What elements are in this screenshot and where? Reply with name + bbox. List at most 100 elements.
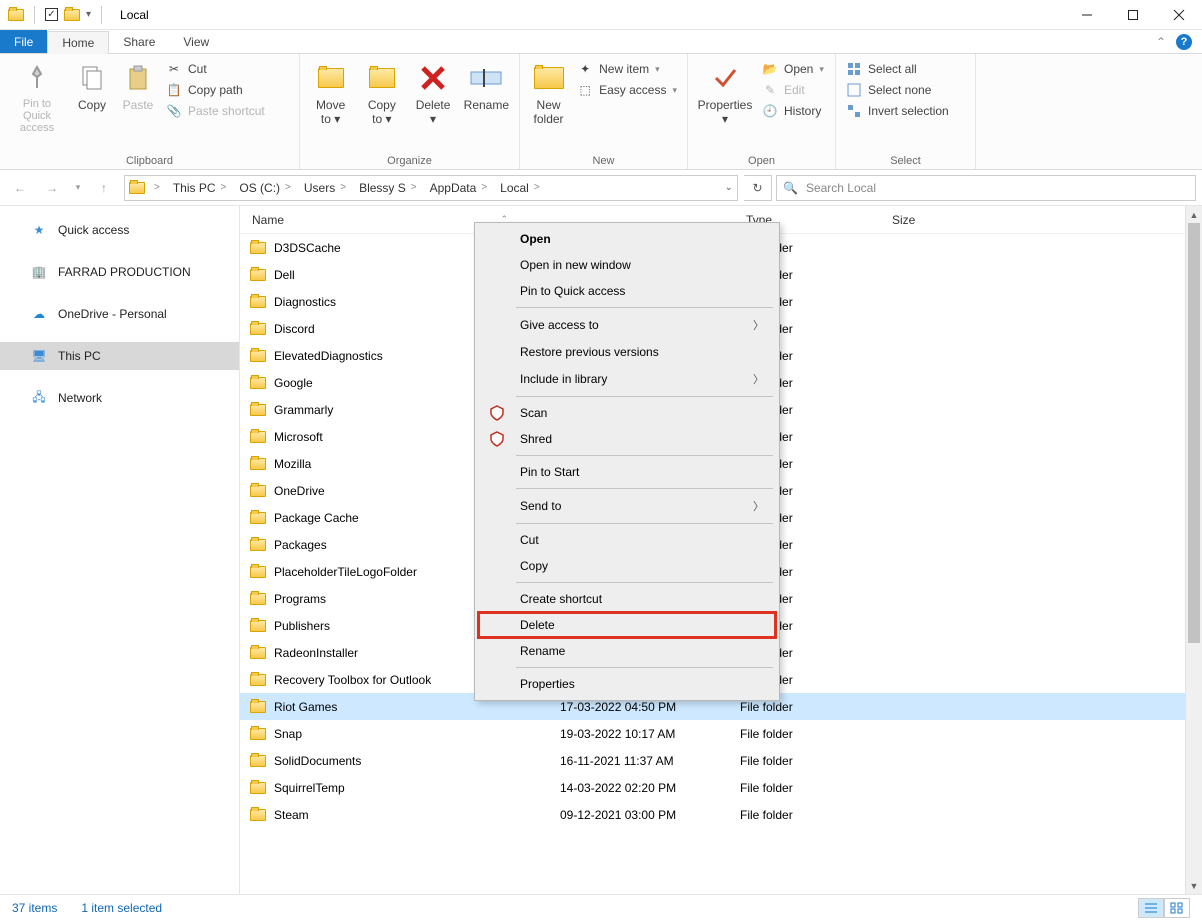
back-button[interactable]: ← (6, 174, 34, 202)
file-name: PlaceholderTileLogoFolder (274, 565, 417, 579)
ctx-scan[interactable]: Scan (478, 400, 776, 426)
search-input[interactable]: 🔍 Search Local (776, 175, 1196, 201)
folder-icon (250, 728, 266, 740)
copy-to-icon (366, 62, 398, 94)
file-date: 09-12-2021 03:00 PM (560, 808, 740, 822)
paste-button[interactable]: Paste (118, 58, 158, 116)
breadcrumb-item[interactable]: Users> (300, 181, 352, 195)
ctx-delete[interactable]: Delete (478, 612, 776, 638)
pin-to-quick-access-button[interactable]: Pin to Quick access (8, 58, 66, 138)
ctx-restore-versions[interactable]: Restore previous versions (478, 339, 776, 365)
ctx-include-library[interactable]: Include in library〉 (478, 365, 776, 393)
minimize-button[interactable] (1064, 0, 1110, 30)
folder-icon (533, 62, 565, 94)
status-bar: 37 items 1 item selected (0, 894, 1202, 920)
details-view-button[interactable] (1138, 898, 1164, 918)
item-count: 37 items (12, 901, 57, 915)
table-row[interactable]: Steam09-12-2021 03:00 PMFile folder (240, 801, 1202, 828)
ctx-pin-start[interactable]: Pin to Start (478, 459, 776, 485)
breadcrumb-item[interactable]: This PC> (169, 181, 233, 195)
sidebar-item-farrad[interactable]: 🏢FARRAD PRODUCTION (0, 258, 239, 286)
select-none-icon (846, 82, 862, 98)
breadcrumb-item[interactable]: OS (C:)> (235, 181, 297, 195)
address-bar[interactable]: > This PC> OS (C:)> Users> Blessy S> App… (124, 175, 738, 201)
sidebar-item-this-pc[interactable]: 🖥This PC (0, 342, 239, 370)
paste-shortcut-button[interactable]: 📎Paste shortcut (164, 102, 267, 120)
select-all-button[interactable]: Select all (844, 60, 951, 78)
breadcrumb-item[interactable]: AppData> (426, 181, 494, 195)
easy-access-button[interactable]: ⬚Easy access ▾ (575, 81, 679, 99)
table-row[interactable]: SquirrelTemp14-03-2022 02:20 PMFile fold… (240, 774, 1202, 801)
scroll-thumb[interactable] (1188, 223, 1200, 643)
sidebar-item-network[interactable]: 🖧Network (0, 384, 239, 412)
navigation-pane: ★Quick access 🏢FARRAD PRODUCTION ☁OneDri… (0, 206, 240, 894)
pin-icon (21, 62, 53, 94)
refresh-button[interactable]: ↻ (744, 175, 772, 201)
chevron-right-icon: 〉 (753, 371, 764, 387)
addr-folder-icon (129, 182, 145, 194)
copy-path-button[interactable]: 📋Copy path (164, 81, 267, 99)
ctx-pin-quick-access[interactable]: Pin to Quick access (478, 278, 776, 304)
invert-selection-button[interactable]: Invert selection (844, 102, 951, 120)
edit-button[interactable]: ✎Edit (760, 81, 826, 99)
ctx-open-new-window[interactable]: Open in new window (478, 252, 776, 278)
cut-button[interactable]: ✂Cut (164, 60, 267, 78)
file-date: 14-03-2022 02:20 PM (560, 781, 740, 795)
icons-view-button[interactable] (1164, 898, 1190, 918)
header-size[interactable]: Size (880, 213, 980, 227)
close-button[interactable] (1156, 0, 1202, 30)
file-name: SolidDocuments (274, 754, 361, 768)
select-none-button[interactable]: Select none (844, 81, 951, 99)
new-folder-button[interactable]: New folder (528, 58, 569, 130)
table-row[interactable]: Snap19-03-2022 10:17 AMFile folder (240, 720, 1202, 747)
ctx-open[interactable]: Open (478, 226, 776, 252)
delete-button[interactable]: Delete ▾ (410, 58, 455, 130)
scroll-up-icon[interactable]: ▲ (1186, 206, 1202, 223)
properties-button[interactable]: Properties ▾ (696, 58, 754, 130)
forward-button[interactable]: → (38, 174, 66, 202)
qat-dropdown-icon[interactable]: ▾ (86, 9, 91, 20)
select-all-icon (846, 61, 862, 77)
copy-to-button[interactable]: Copy to ▾ (359, 58, 404, 130)
new-item-button[interactable]: ✦New item ▾ (575, 60, 679, 78)
ctx-properties[interactable]: Properties (478, 671, 776, 697)
breadcrumb-item[interactable]: Blessy S> (355, 181, 423, 195)
help-icon[interactable]: ? (1176, 34, 1192, 50)
ribbon-collapse-icon[interactable]: ⌃ (1156, 35, 1166, 49)
move-to-icon (315, 62, 347, 94)
open-button[interactable]: 📂Open ▾ (760, 60, 826, 78)
ctx-create-shortcut[interactable]: Create shortcut (478, 586, 776, 612)
addr-dropdown-icon[interactable]: ⌄ (725, 182, 733, 193)
scroll-down-icon[interactable]: ▼ (1186, 877, 1202, 894)
tab-share[interactable]: Share (109, 30, 169, 53)
open-icon: 📂 (762, 61, 778, 77)
ctx-shred[interactable]: Shred (478, 426, 776, 452)
rename-button[interactable]: Rename (462, 58, 511, 116)
sidebar-item-quick-access[interactable]: ★Quick access (0, 216, 239, 244)
ctx-rename[interactable]: Rename (478, 638, 776, 664)
table-row[interactable]: SolidDocuments16-11-2021 11:37 AMFile fo… (240, 747, 1202, 774)
history-button[interactable]: 🕘History (760, 102, 826, 120)
copy-button[interactable]: Copy (72, 58, 112, 116)
recent-dropdown[interactable]: ▾ (70, 174, 86, 202)
chevron-right-icon: 〉 (753, 317, 764, 333)
tab-view[interactable]: View (169, 30, 223, 53)
move-to-button[interactable]: Move to ▾ (308, 58, 353, 130)
tab-file[interactable]: File (0, 30, 47, 53)
vertical-scrollbar[interactable]: ▲ ▼ (1185, 206, 1202, 894)
tab-home[interactable]: Home (47, 31, 109, 54)
maximize-button[interactable] (1110, 0, 1156, 30)
sidebar-item-onedrive[interactable]: ☁OneDrive - Personal (0, 300, 239, 328)
chevron-right-icon[interactable]: > (152, 182, 162, 193)
ctx-send-to[interactable]: Send to〉 (478, 492, 776, 520)
ctx-cut[interactable]: Cut (478, 527, 776, 553)
file-name: Package Cache (274, 511, 359, 525)
breadcrumb-item[interactable]: Local> (496, 181, 546, 195)
qat-checkbox[interactable]: ✓ (45, 8, 58, 21)
file-name: Publishers (274, 619, 330, 633)
up-button[interactable]: ↑ (90, 174, 118, 202)
file-type: File folder (740, 808, 880, 822)
ctx-give-access[interactable]: Give access to〉 (478, 311, 776, 339)
file-name: Snap (274, 727, 302, 741)
ctx-copy[interactable]: Copy (478, 553, 776, 579)
